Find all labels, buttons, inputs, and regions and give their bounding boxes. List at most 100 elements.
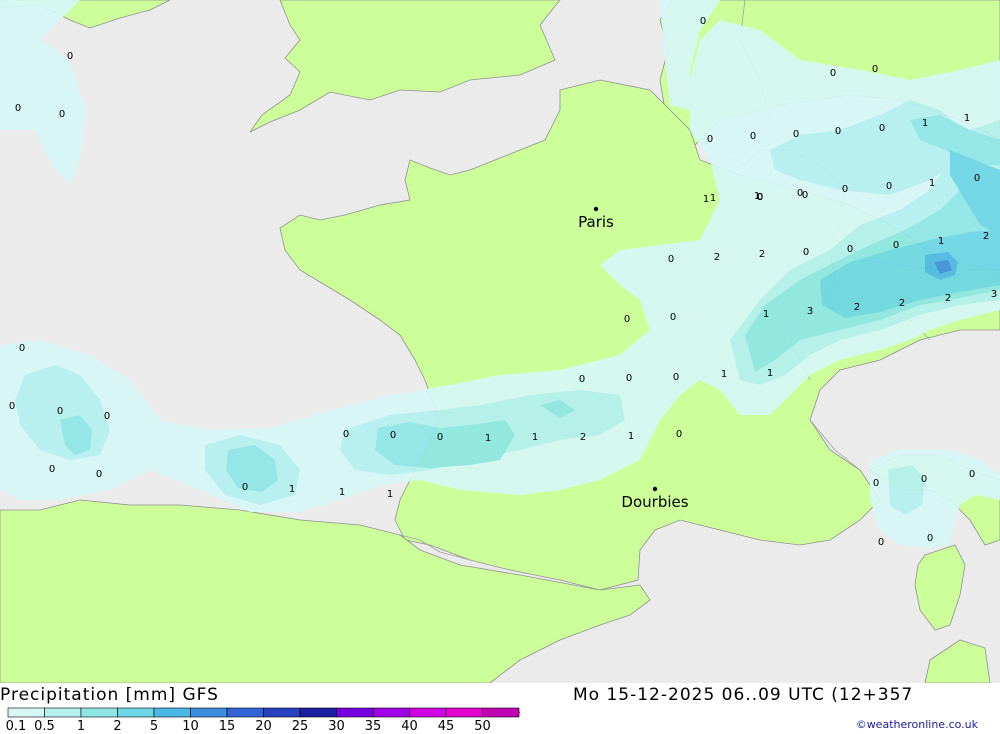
legend-swatch <box>372 707 410 718</box>
precip-value-label: 1 <box>289 484 295 495</box>
precip-value-label: 1 <box>763 309 769 320</box>
precip-value-label: 1 <box>964 113 970 124</box>
city-marker-paris <box>593 206 599 212</box>
precip-value-label: 1 <box>767 368 773 379</box>
precip-value-label: 0 <box>927 533 933 544</box>
precip-value-label: 0 <box>673 372 679 383</box>
city-label-paris: Paris <box>578 213 614 231</box>
precip-value-label: 0 <box>49 464 55 475</box>
legend-swatch <box>445 707 483 718</box>
precip-value-label: 0 <box>921 474 927 485</box>
legend-swatch <box>263 707 301 718</box>
legend-swatch <box>117 707 155 718</box>
precip-value-label: 0 <box>886 181 892 192</box>
precip-value-label: 0 <box>893 240 899 251</box>
legend-labels: 0.1 0.5 1 2 5 10 15 20 25 30 35 40 45 50 <box>0 719 520 734</box>
precip-value-label: 0 <box>830 68 836 79</box>
precip-value-label: 1 <box>710 193 716 204</box>
precip-value-label: 2 <box>580 432 586 443</box>
precip-value-label: 0 <box>707 134 713 145</box>
precip-value-label: 2 <box>759 249 765 260</box>
precip-value-label: 0 <box>57 406 63 417</box>
precip-value-label: 3 <box>991 289 997 300</box>
precip-value-label: 0 <box>437 432 443 443</box>
precip-value-label: 3 <box>807 306 813 317</box>
city-label-dourbies: Dourbies <box>621 493 688 511</box>
precip-value-label: 0 <box>750 131 756 142</box>
precip-value-label: 0 <box>626 373 632 384</box>
precip-value-label: 1 <box>929 178 935 189</box>
legend-label: 45 <box>437 719 455 734</box>
legend-swatch <box>299 707 337 718</box>
precip-value-label: 0 <box>579 374 585 385</box>
precip-value-label: 0 <box>878 537 884 548</box>
valid-time: Mo 15-12-2025 06..09 UTC (12+357 <box>573 685 914 705</box>
precip-value-label: 1 <box>703 194 709 205</box>
precip-value-label: 0 <box>879 123 885 134</box>
precip-value-label: 1 <box>938 236 944 247</box>
legend-swatch <box>80 707 118 718</box>
precip-value-label: 1 <box>485 433 491 444</box>
precip-value-label: 0 <box>872 64 878 75</box>
legend-swatch <box>409 707 447 718</box>
precip-value-label: 0 <box>700 16 706 27</box>
precip-value-label: 1 <box>922 118 928 129</box>
precipitation-map: 00000 00 0 0 0 0 1 11 1 0 0 0 1 00 2 2 0 0 0 1 21 3 2 2 2 3110000… <box>0 0 1000 683</box>
legend-label: 2 <box>113 719 122 734</box>
precip-value-label: 2 <box>714 252 720 263</box>
legend-label: 50 <box>474 719 491 734</box>
precip-value-label: 0 <box>242 482 248 493</box>
precip-value-label: 0 <box>668 254 674 265</box>
credit-link[interactable]: ©weatheronline.co.uk <box>856 718 978 731</box>
legend-swatch <box>44 707 82 718</box>
precip-value-label: 1 <box>721 369 727 380</box>
precip-value-label: 0 <box>974 173 980 184</box>
precip-value-label: 0 <box>624 314 630 325</box>
precip-value-label: 0 <box>104 411 110 422</box>
legend-label: 10 <box>182 719 199 734</box>
precip-value-label: 0 <box>670 312 676 323</box>
precip-value-label: 0 <box>19 343 25 354</box>
precip-value-label: 1 <box>387 489 393 500</box>
legend-label: 5 <box>149 719 159 734</box>
precip-value-label: 0 <box>343 429 349 440</box>
precip-value-label: 0 <box>676 429 682 440</box>
precip-value-label: 0 <box>67 51 73 62</box>
legend-swatch <box>190 707 228 718</box>
legend-label: 0.5 <box>34 719 55 734</box>
precip-value-label: 0 <box>969 469 975 480</box>
legend-swatch <box>336 707 374 718</box>
legend-label: 40 <box>401 719 418 734</box>
precip-value-label: 0 <box>803 247 809 258</box>
legend-label: 15 <box>218 719 236 734</box>
city-marker-dourbies <box>652 486 658 492</box>
precip-value-label: 0 <box>59 109 65 120</box>
legend-label: 0.1 <box>5 719 27 734</box>
precip-value-label: 0 <box>15 103 21 114</box>
legend-label: 35 <box>364 719 382 734</box>
legend-swatch <box>7 707 45 718</box>
legend-swatch <box>153 707 191 718</box>
precip-value-label: 1 <box>339 487 345 498</box>
precip-value-label: 1 <box>628 431 634 442</box>
precip-value-label: 2 <box>945 293 951 304</box>
precip-value-label: 0 <box>873 478 879 489</box>
precip-value-label: 0 <box>847 244 853 255</box>
precip-value-label: 2 <box>899 298 905 309</box>
precip-value-label: 0 <box>835 126 841 137</box>
precip-value-label: 0 <box>9 401 15 412</box>
precip-value-label: 2 <box>854 302 860 313</box>
legend-label: 30 <box>328 719 345 734</box>
legend-label: 20 <box>255 719 272 734</box>
precip-value-label: 0 <box>96 469 102 480</box>
precip-value-label: 0 <box>390 430 396 441</box>
precip-value-label: 1 <box>532 432 538 443</box>
precip-value-label: 0 <box>757 192 763 203</box>
legend-label: 25 <box>291 719 309 734</box>
map-title: Precipitation [mm] GFS <box>0 685 219 705</box>
precip-value-label: 0 <box>793 129 799 140</box>
legend-colorbar <box>7 707 520 718</box>
legend-swatch <box>226 707 264 718</box>
precip-value-label: 2 <box>983 231 989 242</box>
precip-value-label: 0 <box>802 190 808 201</box>
